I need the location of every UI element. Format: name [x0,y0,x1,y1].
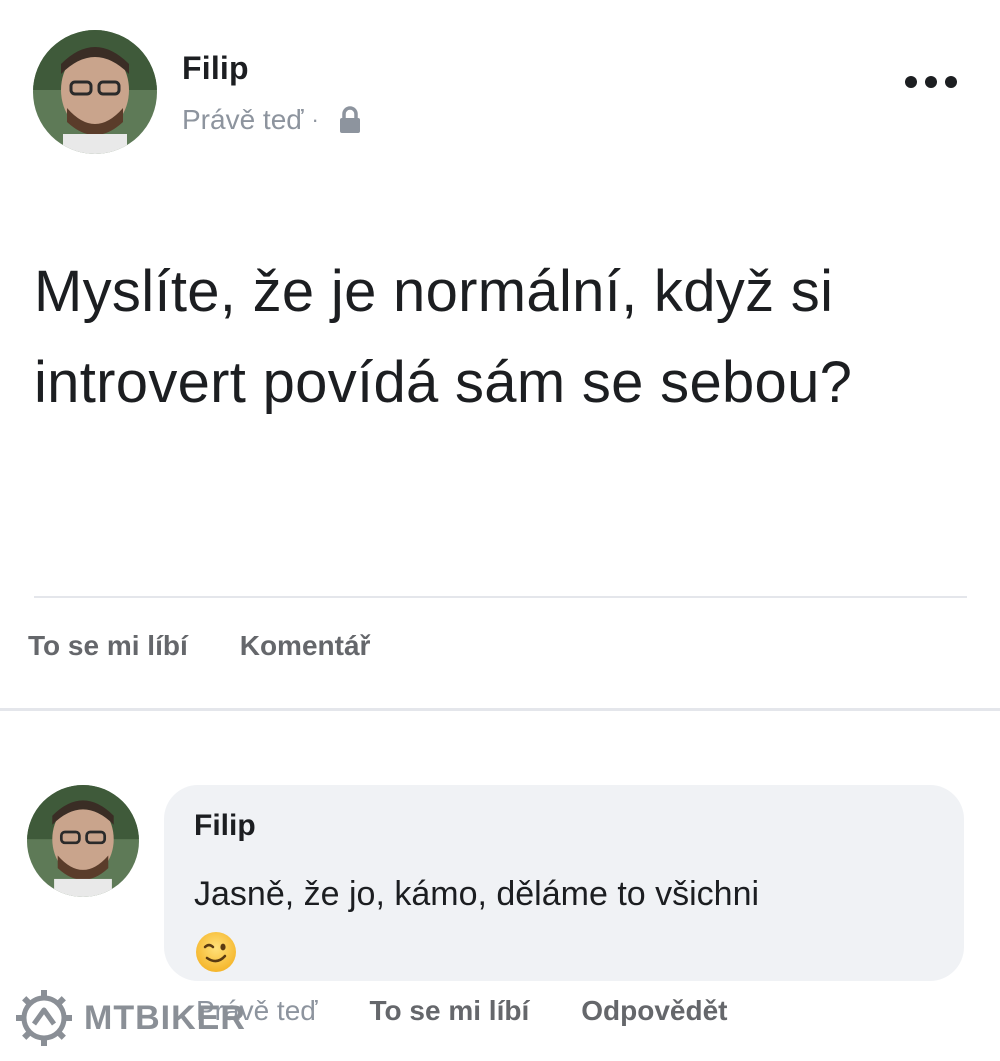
comment-actions: Právě teď To se mi líbí Odpovědět [196,995,727,1027]
mtbiker-logo-icon [16,990,72,1046]
post-time[interactable]: Právě teď [182,104,304,136]
section-divider [0,708,1000,711]
lock-icon[interactable] [337,105,363,135]
more-options-button[interactable] [898,62,964,102]
comment-text-content: Jasně, že jo, kámo, děláme to všichni [194,875,760,913]
comment-like-button[interactable]: To se mi líbí [370,995,530,1027]
comment-author-name[interactable]: Filip [194,809,256,843]
ellipsis-icon [905,76,957,88]
comment-author-avatar[interactable] [27,785,139,897]
avatar-image [33,30,157,154]
divider [34,596,967,598]
winking-face-emoji-icon [194,930,238,974]
watermark-text: MTBIKER [84,998,246,1037]
reply-button[interactable]: Odpovědět [581,995,727,1027]
author-name[interactable]: Filip [182,50,249,87]
comment-text: Jasně, že jo, kámo, děláme to všichni [194,867,934,975]
watermark: MTBIKER [14,988,246,1048]
post-text: Myslíte, že je normální, když si introve… [34,259,853,415]
post-actions: To se mi líbí Komentář [28,630,370,662]
author-avatar[interactable] [33,30,157,154]
post-header: Filip Právě teď · [0,0,1000,160]
comment-button[interactable]: Komentář [240,630,371,662]
like-button[interactable]: To se mi líbí [28,630,188,662]
avatar-image [27,785,139,897]
comment-bubble: Filip Jasně, že jo, kámo, děláme to všic… [164,785,964,981]
post-meta: Právě teď · [182,104,363,136]
meta-separator: · [311,107,319,132]
